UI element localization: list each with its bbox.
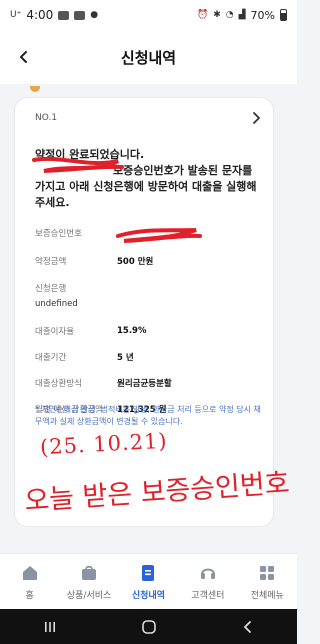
- recent-apps-icon: [44, 621, 55, 632]
- amount-value: 500 만원: [117, 257, 154, 267]
- notification-icon: ●: [90, 9, 99, 20]
- notice-line-2: 보증승인번호가 발송된 문자를: [35, 163, 271, 179]
- notice-line-4: 주세요.: [35, 196, 70, 209]
- back-arrow-icon: [243, 620, 251, 633]
- tab-home[interactable]: 홈: [1, 563, 59, 601]
- tab-applications-label: 신청내역: [131, 590, 166, 601]
- method-label: 대출상환방식: [35, 379, 82, 389]
- period-value: 5 년: [117, 353, 134, 363]
- completion-notice: 약정이 완료되었습니다. 보증승인번호가 발송된 문자를 가지고 아래 신청은행…: [35, 147, 271, 211]
- bank-label: 신청은행: [35, 284, 67, 294]
- card-header[interactable]: NO.1: [15, 98, 273, 138]
- home-circle-icon: [141, 619, 156, 634]
- document-icon: [142, 564, 155, 581]
- tab-all-menu[interactable]: 전체메뉴: [238, 563, 296, 601]
- period-label: 대출기간: [35, 353, 67, 363]
- method-value: 원리금균등분할: [117, 379, 172, 389]
- bag-icon: [82, 565, 97, 580]
- recent-apps-button[interactable]: [38, 615, 62, 639]
- chevron-right-icon[interactable]: [251, 112, 261, 124]
- row-method: 대출상환방식 원리금균등분할: [35, 374, 263, 392]
- home-icon: [22, 565, 37, 580]
- bottom-tab-bar: 홈 상품/서비스 신청내역 고객센터 전체메뉴: [0, 553, 297, 609]
- tab-support-label: 고객센터: [191, 590, 225, 601]
- alarm-icon: ⏰: [197, 9, 209, 20]
- notice-line-3: 가지고 아래 신청은행에 방문하여 대출을 실행해: [35, 180, 257, 193]
- signal-icon: ▟: [238, 9, 246, 20]
- tab-applications[interactable]: 신청내역: [119, 563, 177, 601]
- row-bank: 신청은행: [35, 279, 263, 297]
- grid-icon: [260, 565, 275, 580]
- home-nav-button[interactable]: [137, 615, 161, 639]
- battery-icon: [280, 9, 287, 21]
- bank-value: undefined: [35, 299, 78, 309]
- bluetooth-icon: ✱: [213, 9, 221, 20]
- row-rate: 대출이자율 15.9%: [35, 322, 263, 340]
- notice-line-2-text: 보증승인번호가 발송된 문자를: [113, 164, 253, 177]
- rate-label: 대출이자율: [35, 327, 75, 337]
- tab-home-label: 홈: [25, 590, 34, 601]
- back-nav-button[interactable]: [236, 615, 260, 639]
- row-amount: 약정금액 500 만원: [35, 252, 263, 270]
- battery-level: 70%: [250, 8, 275, 22]
- status-time: 4:00: [26, 8, 54, 22]
- headset-icon: [200, 568, 215, 579]
- app-header: 신청내역: [0, 30, 297, 84]
- status-bar: U⁺ 4:00 ● ⏰ ✱ ◔ ▟ 70%: [0, 0, 297, 30]
- message-icon: [58, 10, 70, 20]
- approval-number-label: 보증승인번호: [35, 229, 82, 239]
- row-approval-number: 보증승인번호: [35, 224, 263, 242]
- row-period: 대출기간 5 년: [35, 348, 263, 366]
- page-title: 신청내역: [120, 48, 177, 67]
- application-card[interactable]: NO.1 약정이 완료되었습니다. 보증승인번호가 발송된 문자를 가지고 아래…: [14, 97, 274, 527]
- badge-decoration: [30, 86, 40, 92]
- system-nav-bar: [0, 609, 297, 644]
- tab-support[interactable]: 고객센터: [179, 563, 237, 601]
- tab-products-label: 상품/서비스: [66, 590, 112, 601]
- rate-value: 15.9%: [117, 326, 147, 336]
- carrier-icon: U⁺: [10, 9, 22, 20]
- card-number: NO.1: [35, 113, 58, 123]
- back-button[interactable]: [10, 43, 38, 71]
- status-left: U⁺ 4:00 ●: [10, 8, 98, 22]
- notice-line-1: 약정이 완료되었습니다.: [35, 148, 145, 161]
- tab-all-menu-label: 전체메뉴: [250, 590, 284, 601]
- status-right: ⏰ ✱ ◔ ▟ 70%: [197, 9, 287, 22]
- chevron-left-icon: [20, 51, 27, 63]
- amount-label: 약정금액: [35, 257, 67, 267]
- talk-icon: [74, 10, 86, 20]
- wifi-icon: ◔: [225, 9, 234, 20]
- tab-products[interactable]: 상품/서비스: [60, 563, 118, 601]
- footnote: * 지연손해금 발생, 법적비용 발생, 환급금 처리 등으로 약정 당시 채무…: [35, 405, 261, 426]
